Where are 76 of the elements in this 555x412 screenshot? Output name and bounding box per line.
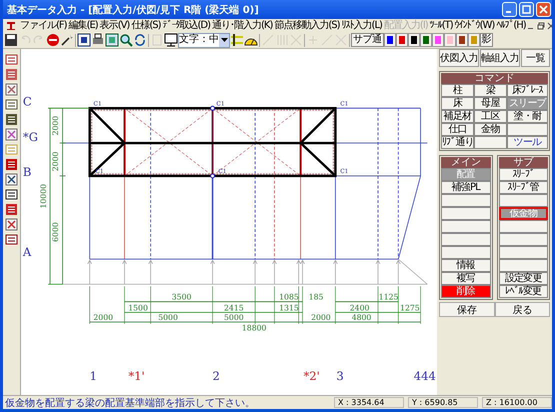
dimension-value: 4800 bbox=[352, 313, 372, 322]
command-button[interactable]: 塗・耐 bbox=[506, 110, 548, 123]
dimension-value: 1275 bbox=[400, 303, 420, 312]
command-button[interactable]: 梁 bbox=[474, 84, 507, 97]
dimension-value: 2415 bbox=[224, 303, 244, 312]
dimension-value: 1125 bbox=[378, 292, 398, 302]
dimension-value: 18800 bbox=[242, 324, 266, 333]
menu-item[interactable]: ﾍﾙﾌﾟ(H) bbox=[495, 20, 527, 32]
section-header: メイン bbox=[441, 157, 490, 168]
dimension-value: 2400 bbox=[350, 303, 370, 312]
sub-button[interactable]: 設定変更 bbox=[498, 272, 548, 285]
command-button[interactable]: 床ﾌﾞﾚｰｽ bbox=[506, 84, 548, 97]
panel-tab[interactable]: 軸組入力 bbox=[480, 49, 520, 67]
menu-item[interactable]: 仕様(S) bbox=[130, 20, 162, 32]
axis-label: *1' bbox=[128, 369, 145, 384]
axis-label: 2 bbox=[212, 369, 220, 384]
main-button[interactable]: 削除 bbox=[441, 285, 490, 298]
sub-button[interactable]: ｽﾘｰﾌﾞ bbox=[498, 168, 548, 181]
panel-tab[interactable]: 伏図入力 bbox=[439, 49, 479, 67]
dimension-value: 1315 bbox=[279, 303, 299, 312]
dimension-value: 6000 bbox=[50, 222, 60, 242]
main-button[interactable]: 補強PL bbox=[441, 181, 490, 194]
command-button[interactable]: ﾘﾌﾞ通り bbox=[441, 136, 474, 149]
dimension-value: 1500 bbox=[128, 303, 148, 312]
command-button[interactable]: 柱 bbox=[441, 84, 474, 97]
dimension-value: 5000 bbox=[158, 313, 178, 322]
menu-item[interactable]: 通り･階入力(K) bbox=[211, 20, 274, 32]
axis-label: B bbox=[22, 164, 32, 179]
footer-button[interactable]: 戻る bbox=[494, 302, 550, 317]
text-size-dropdown[interactable]: 文字：中 bbox=[178, 32, 230, 48]
axis-label: A bbox=[22, 245, 32, 260]
menu-item[interactable]: ﾃﾞｰﾀ取込(D) bbox=[162, 20, 212, 32]
main-button[interactable]: 情報 bbox=[441, 259, 490, 272]
menu-item[interactable]: 編集(E) bbox=[68, 20, 99, 32]
axis-label: *G bbox=[22, 130, 38, 144]
command-button[interactable]: 床 bbox=[441, 97, 474, 110]
dimension-value: 2000 bbox=[93, 313, 114, 322]
command-button[interactable]: ツール bbox=[506, 136, 548, 149]
command-button[interactable]: 金物 bbox=[474, 123, 507, 136]
command-button[interactable]: 仕口 bbox=[441, 123, 474, 136]
x-coordinate: X : 3354.64 bbox=[334, 397, 404, 408]
footer-button[interactable]: 保存 bbox=[439, 302, 494, 317]
axis-label: *2' bbox=[304, 369, 320, 384]
command-button[interactable]: 補足材 bbox=[441, 110, 474, 123]
command-button[interactable]: 母屋 bbox=[474, 97, 507, 110]
dimension-value: 2000 bbox=[50, 152, 60, 172]
menu-item[interactable]: ﾘｽﾄ入力(L) bbox=[340, 20, 383, 32]
dimension-value: 5000 bbox=[224, 313, 244, 322]
y-coordinate: Y : 6590.85 bbox=[408, 397, 478, 408]
dimension-value: 2000 bbox=[50, 116, 60, 136]
dimension-value: 10000 bbox=[39, 184, 48, 209]
status-message: 仮金物を配置する梁の配置基準端部を指示して下さい。 bbox=[5, 396, 256, 409]
panel-tab[interactable]: 一覧 bbox=[521, 49, 550, 67]
axis-label: C bbox=[22, 94, 32, 108]
menu-item[interactable]: 表示(V) bbox=[98, 20, 130, 32]
window-title: 基本データ入力 - [配置入力/伏図/見下 R階 (梁天端 0)] bbox=[7, 3, 259, 16]
z-coordinate: Z : 16100.00 bbox=[482, 397, 552, 408]
menu-item[interactable]: 節点移動入力(S) bbox=[273, 20, 341, 32]
axis-label: 3 bbox=[336, 369, 344, 384]
command-button[interactable]: 工区 bbox=[474, 110, 507, 123]
menu-item[interactable]: ファイル(F) bbox=[19, 20, 68, 32]
dimension-value: 1085 bbox=[279, 292, 299, 302]
section-header: コマンド bbox=[441, 73, 548, 84]
main-button[interactable]: 複写 bbox=[441, 272, 490, 285]
sub-button[interactable]: ﾚﾍﾞﾙ変更 bbox=[498, 285, 548, 298]
menu-item[interactable]: ﾂｰﾙ(T) bbox=[428, 20, 454, 32]
dimension-value: 2000 bbox=[311, 313, 331, 322]
section-header: サブ bbox=[498, 157, 548, 168]
dimension-value: 185 bbox=[308, 292, 324, 302]
menu-item[interactable]: ｳｲﾝﾄﾞｳ(W) bbox=[454, 20, 496, 32]
axis-label: 1 bbox=[90, 369, 98, 384]
toolbar-button[interactable]: サブ通 bbox=[351, 33, 384, 47]
sub-button[interactable]: ｽﾘｰﾌﾞ管 bbox=[498, 181, 548, 194]
dimension-value: 3500 bbox=[172, 292, 192, 302]
axis-label: 444 bbox=[414, 369, 436, 384]
toolbar-button[interactable]: 影 bbox=[480, 33, 493, 47]
